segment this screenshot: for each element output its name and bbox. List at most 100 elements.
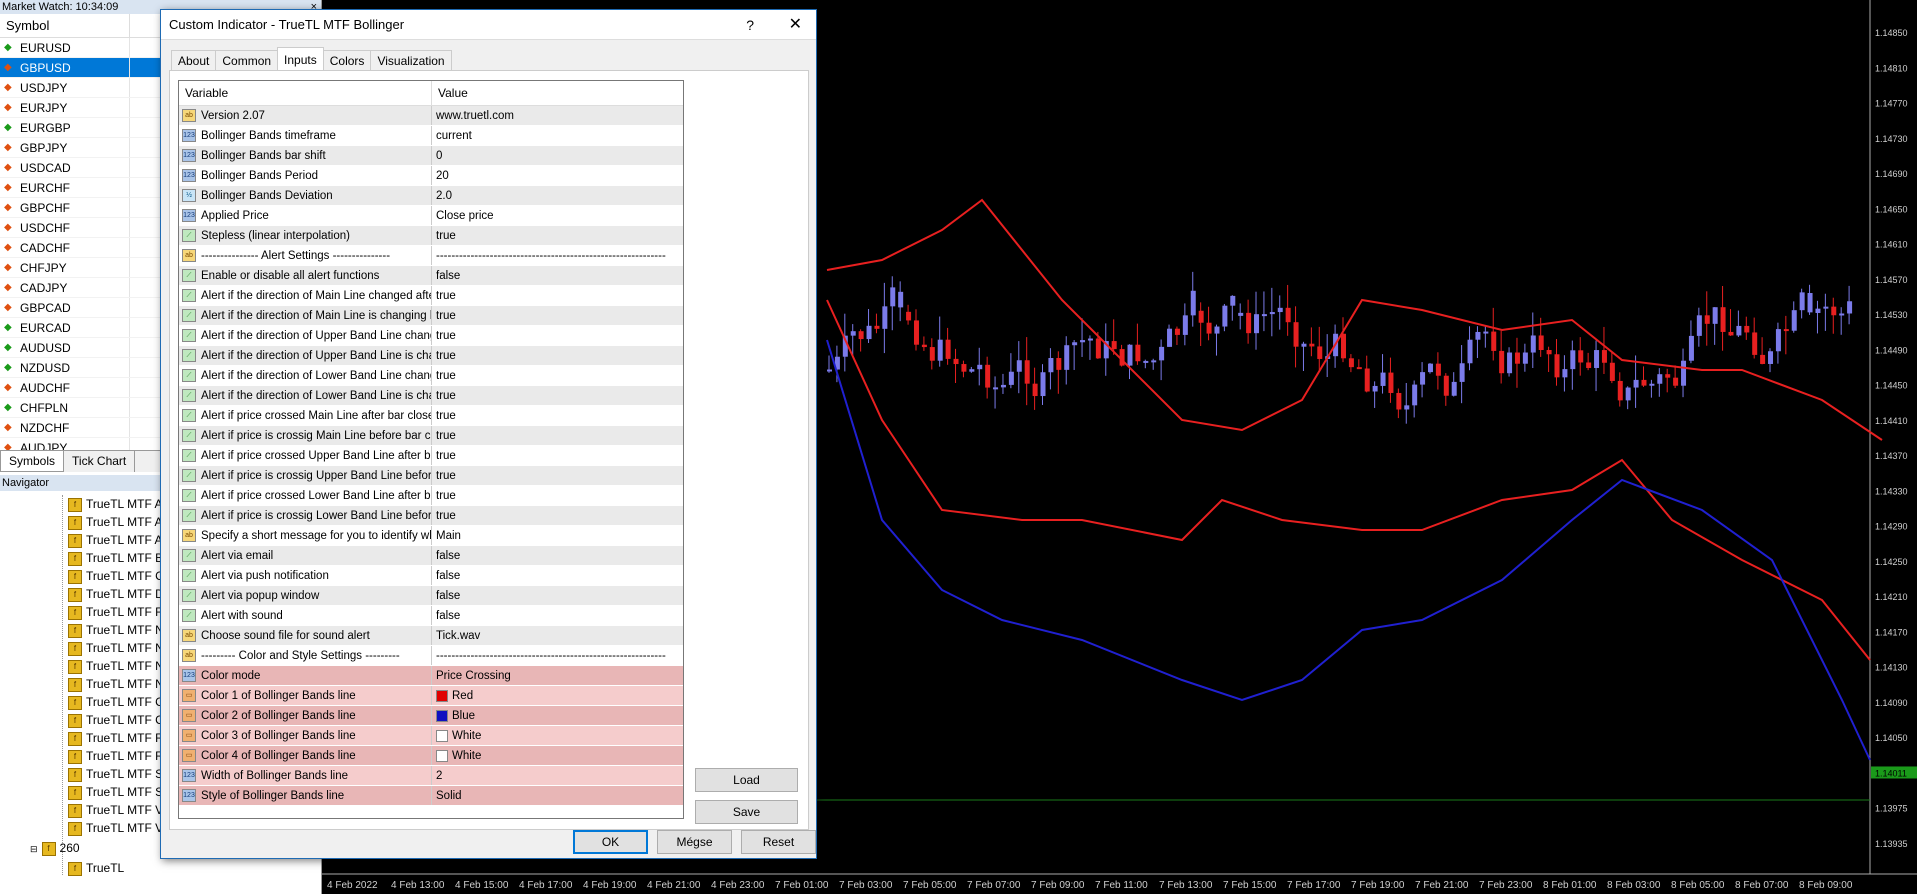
value-cell[interactable]: 20 — [432, 166, 683, 185]
input-row[interactable]: 123 Color mode Price Crossing — [179, 666, 683, 686]
value-cell[interactable]: false — [432, 566, 683, 585]
value-cell[interactable]: www.truetl.com — [432, 106, 683, 125]
value-cell[interactable]: true — [432, 466, 683, 485]
value-cell[interactable]: Solid — [432, 786, 683, 805]
input-row[interactable]: ⟋ Alert if price crossed Main Line after … — [179, 406, 683, 426]
value-cell[interactable]: true — [432, 346, 683, 365]
value-cell[interactable]: Red — [432, 686, 683, 705]
input-row[interactable]: 123 Bollinger Bands bar shift 0 — [179, 146, 683, 166]
tab-tick-chart[interactable]: Tick Chart — [64, 451, 136, 472]
value-cell[interactable]: Blue — [432, 706, 683, 725]
navigator-indicator-item[interactable]: f TrueTL MTF N — [68, 621, 160, 639]
value-cell[interactable]: true — [432, 506, 683, 525]
input-row[interactable]: 123 Bollinger Bands Period 20 — [179, 166, 683, 186]
value-cell[interactable]: false — [432, 266, 683, 285]
input-row[interactable]: 123 Bollinger Bands timeframe current — [179, 126, 683, 146]
navigator-indicator-item[interactable]: f TrueTL MTF A — [68, 513, 160, 531]
input-row[interactable]: ⟋ Alert if the direction of Main Line cha… — [179, 286, 683, 306]
input-row[interactable]: ⟋ Alert if price is crossig Main Line bef… — [179, 426, 683, 446]
input-row[interactable]: ab --------- Color and Style Settings ---… — [179, 646, 683, 666]
value-cell[interactable]: false — [432, 606, 683, 625]
navigator-indicator-item[interactable]: f TrueTL MTF N — [68, 675, 160, 693]
navigator-indicator-item[interactable]: f TrueTL MTF D — [68, 585, 160, 603]
input-row[interactable]: ⟋ Alert if price is crossig Upper Band Li… — [179, 466, 683, 486]
input-row[interactable]: ⟋ Alert with sound false — [179, 606, 683, 626]
input-row[interactable]: ▭ Color 3 of Bollinger Bands line White — [179, 726, 683, 746]
input-row[interactable]: ab Choose sound file for sound alert Tick.… — [179, 626, 683, 646]
navigator-indicator-item[interactable]: f TrueTL MTF N — [68, 657, 160, 675]
value-cell[interactable]: ----------------------------------------… — [432, 646, 683, 665]
input-row[interactable]: ab Version 2.07 www.truetl.com — [179, 106, 683, 126]
input-row[interactable]: ⟋ Alert if price crossed Lower Band Line … — [179, 486, 683, 506]
value-cell[interactable]: true — [432, 486, 683, 505]
tab-visualization[interactable]: Visualization — [370, 50, 452, 70]
navigator-indicator-item[interactable]: f TrueTL MTF A — [68, 495, 160, 513]
value-cell[interactable]: current — [432, 126, 683, 145]
value-cell[interactable]: true — [432, 366, 683, 385]
input-row[interactable]: ⟋ Alert if the direction of Upper Band Li… — [179, 326, 683, 346]
navigator-indicator-item[interactable]: f TrueTL MTF N — [68, 639, 160, 657]
cancel-button[interactable]: Mégse — [657, 830, 732, 854]
input-row[interactable]: ½ Bollinger Bands Deviation 2.0 — [179, 186, 683, 206]
navigator-indicator-item[interactable]: f TrueTL MTF C — [68, 567, 160, 585]
input-row[interactable]: ⟋ Alert if price is crossig Lower Band Li… — [179, 506, 683, 526]
input-row[interactable]: ⟋ Alert via push notification false — [179, 566, 683, 586]
input-row[interactable]: 123 Applied Price Close price — [179, 206, 683, 226]
tab-about[interactable]: About — [171, 50, 217, 70]
navigator-indicator-item[interactable]: f TrueTL MTF B — [68, 549, 160, 567]
input-row[interactable]: ⟋ Alert if the direction of Upper Band Li… — [179, 346, 683, 366]
symbol-column-header[interactable]: Symbol — [6, 14, 130, 37]
navigator-indicator-item[interactable]: f TrueTL MTF C — [68, 711, 160, 729]
input-row[interactable]: ⟋ Enable or disable all alert functions fa… — [179, 266, 683, 286]
navigator-indicator-item[interactable]: f TrueTL MTF A — [68, 531, 160, 549]
value-cell[interactable]: ----------------------------------------… — [432, 246, 683, 265]
input-row[interactable]: ⟋ Alert if the direction of Lower Band Li… — [179, 366, 683, 386]
value-cell[interactable]: true — [432, 306, 683, 325]
input-row[interactable]: ▭ Color 4 of Bollinger Bands line White — [179, 746, 683, 766]
navigator-indicator-item[interactable]: f TrueTL MTF S — [68, 765, 160, 783]
input-row[interactable]: ⟋ Alert via popup window false — [179, 586, 683, 606]
value-cell[interactable]: true — [432, 286, 683, 305]
input-row[interactable]: ▭ Color 2 of Bollinger Bands line Blue — [179, 706, 683, 726]
input-row[interactable]: ⟋ Alert if the direction of Main Line is … — [179, 306, 683, 326]
tab-symbols[interactable]: Symbols — [0, 451, 65, 472]
input-row[interactable]: ⟋ Alert if the direction of Lower Band Li… — [179, 386, 683, 406]
navigator-indicator-item[interactable]: f TrueTL MTF R — [68, 729, 160, 747]
navigator-indicator-item[interactable]: f TrueTL MTF V — [68, 819, 160, 837]
value-cell[interactable]: true — [432, 406, 683, 425]
ok-button[interactable]: OK — [573, 830, 648, 854]
help-icon[interactable]: ? — [746, 10, 754, 40]
navigator-indicator-item[interactable]: f TrueTL MTF S — [68, 783, 160, 801]
value-cell[interactable]: false — [432, 586, 683, 605]
navigator-subfolder[interactable]: f TrueTL — [68, 859, 160, 877]
input-row[interactable]: ▭ Color 1 of Bollinger Bands line Red — [179, 686, 683, 706]
value-cell[interactable]: Close price — [432, 206, 683, 225]
tab-colors[interactable]: Colors — [322, 50, 372, 70]
value-cell[interactable]: false — [432, 546, 683, 565]
value-cell[interactable]: true — [432, 326, 683, 345]
value-cell[interactable]: true — [432, 226, 683, 245]
collapse-icon[interactable]: ⊟ — [30, 844, 38, 854]
value-cell[interactable]: White — [432, 726, 683, 745]
value-cell[interactable]: Main — [432, 526, 683, 545]
value-cell[interactable]: 0 — [432, 146, 683, 165]
value-cell[interactable]: Tick.wav — [432, 626, 683, 645]
input-row[interactable]: 123 Style of Bollinger Bands line Solid — [179, 786, 683, 806]
input-row[interactable]: ⟋ Alert via email false — [179, 546, 683, 566]
navigator-folder[interactable]: ⊟ f 260 — [30, 839, 122, 857]
value-cell[interactable]: true — [432, 426, 683, 445]
tab-common[interactable]: Common — [215, 50, 279, 70]
navigator-indicator-item[interactable]: f TrueTL MTF R — [68, 747, 160, 765]
value-cell[interactable]: 2.0 — [432, 186, 683, 205]
input-row[interactable]: ⟋ Stepless (linear interpolation) true — [179, 226, 683, 246]
input-row[interactable]: 123 Width of Bollinger Bands line 2 — [179, 766, 683, 786]
tab-inputs[interactable]: Inputs — [277, 47, 324, 70]
navigator-indicator-item[interactable]: f TrueTL MTF F — [68, 603, 160, 621]
input-row[interactable]: ab Specify a short message for you to ide… — [179, 526, 683, 546]
value-cell[interactable]: 2 — [432, 766, 683, 785]
value-cell[interactable]: White — [432, 746, 683, 765]
save-button[interactable]: Save — [695, 800, 798, 824]
navigator-indicator-item[interactable]: f TrueTL MTF C — [68, 693, 160, 711]
input-row[interactable]: ab --------------- Alert Settings -------… — [179, 246, 683, 266]
reset-button[interactable]: Reset — [741, 830, 816, 854]
